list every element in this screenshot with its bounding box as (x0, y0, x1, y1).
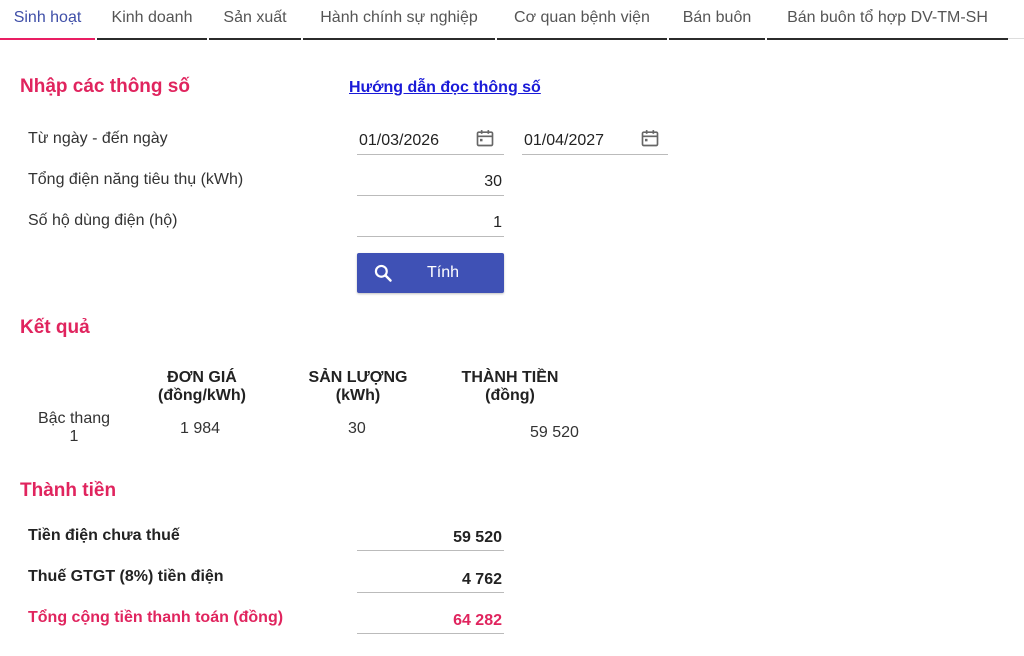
tab-label: Bán buôn (682, 9, 752, 26)
calendar-icon[interactable] (475, 128, 495, 148)
tab-hanh-chinh-su-nghiep[interactable]: Hành chính sự nghiệp (303, 0, 495, 40)
tab-ban-buon-to-hop[interactable]: Bán buôn tổ hợp DV-TM-SH (767, 0, 1008, 40)
kwh-label: Tổng điện năng tiêu thụ (kWh) (28, 171, 244, 188)
tab-divider (1008, 38, 1024, 39)
tab-underline (767, 38, 1008, 40)
pre-tax-field: 59 520 (357, 524, 504, 551)
tab-ban-buon[interactable]: Bán buôn (669, 0, 765, 40)
col-header-qty-unit: (kWh) (335, 387, 381, 404)
date-range-label: Từ ngày - đến ngày (28, 130, 168, 147)
col-header-qty-label: SẢN LƯỢNG (308, 369, 408, 386)
tab-label: Kinh doanh (111, 9, 193, 26)
total-section-title: Thành tiền (20, 480, 117, 501)
grand-total-field: 64 282 (357, 607, 504, 634)
tab-sinh-hoat[interactable]: Sinh hoạt (0, 0, 95, 40)
vat-value: 4 762 (461, 571, 502, 588)
tab-co-quan-benh-vien[interactable]: Cơ quan bệnh viện (497, 0, 667, 40)
tab-label: Sinh hoạt (13, 9, 82, 26)
tab-underline (303, 38, 495, 40)
tab-underline (669, 38, 765, 40)
vat-field: 4 762 (357, 566, 504, 593)
calculate-button-label: Tính (427, 264, 460, 281)
tab-label: Sản xuất (223, 9, 287, 26)
households-input[interactable]: 1 (357, 210, 504, 237)
calendar-icon[interactable] (640, 128, 660, 148)
col-header-price-unit: (đồng/kWh) (158, 387, 246, 404)
kwh-value: 30 (484, 173, 502, 190)
date-from-value: 01/03/2026 (359, 132, 440, 149)
tab-underline (209, 38, 301, 40)
search-icon (374, 264, 392, 282)
col-header-qty: SẢN LƯỢNG (kWh) (296, 369, 420, 405)
col-header-amount-unit: (đồng) (485, 387, 535, 404)
tier-label-number: 1 (69, 428, 79, 445)
calculate-button[interactable]: Tính (357, 253, 504, 293)
col-header-amount: THÀNH TIỀN (đồng) (448, 369, 572, 405)
input-section-title: Nhập các thông số (20, 76, 190, 97)
grand-total-value: 64 282 (453, 612, 502, 629)
tab-label: Cơ quan bệnh viện (514, 9, 650, 26)
tab-indicator (0, 38, 95, 40)
tab-label: Bán buôn tổ hợp DV-TM-SH (787, 9, 988, 26)
category-tabs: Sinh hoạt Kinh doanh Sản xuất Hành chính… (0, 0, 1024, 40)
tab-underline (497, 38, 667, 40)
col-header-price-label: ĐƠN GIÁ (167, 369, 237, 386)
tab-underline (97, 38, 207, 40)
tier-label-text: Bậc thang (37, 410, 111, 427)
col-header-amount-label: THÀNH TIỀN (461, 369, 559, 386)
pre-tax-value: 59 520 (453, 529, 502, 546)
tier-qty: 30 (348, 420, 366, 437)
tier-row-label: Bậc thang 1 (24, 410, 124, 446)
vat-label: Thuế GTGT (8%) tiền điện (28, 568, 224, 585)
guide-link[interactable]: Hướng dẫn đọc thông số (349, 79, 541, 97)
date-from-field[interactable]: 01/03/2026 (357, 128, 504, 155)
date-to-field[interactable]: 01/04/2027 (522, 128, 668, 155)
tab-kinh-doanh[interactable]: Kinh doanh (97, 0, 207, 40)
tier-price: 1 984 (180, 420, 221, 437)
households-value: 1 (493, 214, 502, 231)
pre-tax-label: Tiền điện chưa thuế (28, 527, 180, 544)
date-to-value: 01/04/2027 (524, 132, 605, 149)
grand-total-label: Tổng cộng tiền thanh toán (đồng) (28, 609, 284, 626)
result-section-title: Kết quả (20, 317, 90, 338)
kwh-input[interactable]: 30 (357, 169, 504, 196)
tier-amount: 59 520 (530, 424, 579, 441)
tab-san-xuat[interactable]: Sản xuất (209, 0, 301, 40)
col-header-price: ĐƠN GIÁ (đồng/kWh) (142, 369, 262, 405)
tab-label: Hành chính sự nghiệp (320, 9, 478, 26)
households-label: Số hộ dùng điện (hộ) (28, 212, 178, 229)
